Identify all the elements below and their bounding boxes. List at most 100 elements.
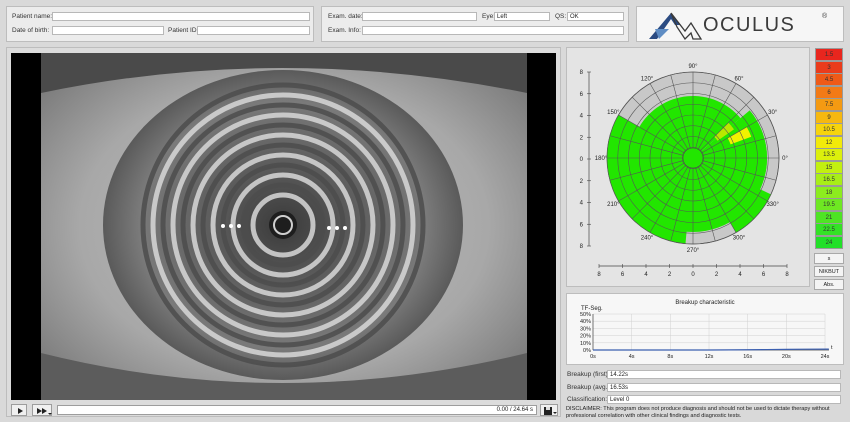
save-icon: [544, 407, 557, 415]
exam-info-label: Exam. Info:: [328, 27, 361, 34]
patient-name-label: Patient name:: [12, 13, 53, 20]
scale-step: 4.5: [815, 73, 843, 86]
oculus-logo-panel: OCULUS ®: [636, 6, 844, 42]
chart-x-suffix: t: [831, 345, 833, 351]
breakup-first-value: 14.22s: [607, 370, 841, 379]
x-axis-tick: 6: [621, 272, 625, 278]
x-axis-tick: 8: [785, 272, 789, 278]
classification-value: Level 0: [607, 395, 841, 404]
disclaimer-text: DISCLAIMER: This program does not produc…: [566, 406, 830, 419]
x-axis-tick: 4: [644, 272, 648, 278]
angle-label: 90°: [688, 64, 698, 70]
time-readout: 0.00 / 24.64 s: [496, 407, 533, 413]
angle-label: 210°: [607, 202, 620, 208]
eye-field[interactable]: Left: [494, 12, 550, 21]
oculus-logo-mark-icon: [649, 12, 703, 41]
chart-y-tick: 20%: [580, 334, 591, 340]
classification-label: Classification:: [567, 396, 608, 403]
scale-step: 18: [815, 185, 843, 199]
speed-icon: [37, 408, 52, 415]
y-axis-tick: 6: [580, 92, 584, 98]
eye-image[interactable]: [11, 53, 556, 400]
chart-x-tick: 16s: [743, 354, 752, 360]
scale-step: 24: [815, 235, 843, 249]
chart-x-tick: 24s: [821, 354, 830, 360]
save-video-button[interactable]: [540, 404, 558, 416]
x-axis-tick: 2: [715, 272, 719, 278]
play-icon: [18, 408, 23, 414]
qs-label: QS:: [555, 13, 567, 20]
breakup-avg-value: 16.53s: [607, 383, 841, 392]
oculus-logo-text: OCULUS: [703, 14, 796, 36]
angle-label: 330°: [766, 202, 779, 208]
angle-label: 30°: [768, 110, 778, 116]
angle-label: 150°: [607, 110, 620, 116]
qs-field[interactable]: OK: [567, 12, 624, 21]
exam-info-field[interactable]: [362, 26, 624, 35]
breakup-polar-map[interactable]: 0° 30° 60° 90° 120° 150° 180° 210° 240° 270° 300° 3…: [567, 48, 809, 286]
chart-y-tick: 10%: [580, 341, 591, 347]
patient-info-panel: Patient name: Date of birth: Patient ID:: [6, 6, 314, 42]
breakup-characteristic-chart: Breakup characteristicTF-Seg.50%40%30%20…: [580, 300, 833, 360]
scale-step: 3: [815, 60, 843, 74]
scale-step: 19.5: [815, 198, 843, 211]
angle-label: 0°: [782, 156, 788, 162]
scale-step: 10.5: [815, 123, 843, 136]
angle-label: 120°: [641, 76, 654, 82]
chart-y-tick: 50%: [580, 312, 591, 318]
chart-y-tick: 30%: [580, 326, 591, 332]
patient-name-field[interactable]: [52, 12, 310, 21]
video-viewer-panel: 0.00 / 24.64 s: [6, 47, 561, 417]
play-button[interactable]: [11, 404, 27, 416]
chart-x-tick: 8s: [667, 354, 673, 360]
scale-step: 9: [815, 110, 843, 124]
chart-x-tick: 12s: [705, 354, 714, 360]
angle-label: 300°: [733, 236, 746, 242]
angle-label: 60°: [734, 76, 744, 82]
registered-mark: ®: [822, 13, 828, 20]
chart-x-tick: 4s: [629, 354, 635, 360]
y-axis-tick: 4: [580, 114, 584, 120]
patient-id-field[interactable]: [197, 26, 310, 35]
y-axis-tick: 8: [580, 244, 584, 250]
y-axis-tick: 6: [580, 222, 584, 228]
scale-step: 16.5: [815, 173, 843, 186]
chart-x-tick: 0s: [590, 354, 596, 360]
date-of-birth-field[interactable]: [52, 26, 164, 35]
date-of-birth-label: Date of birth:: [12, 27, 50, 34]
x-axis-tick: 6: [762, 272, 766, 278]
scale-step: 15: [815, 160, 843, 174]
scale-step: 13.5: [815, 148, 843, 161]
unit-seconds-button[interactable]: s: [814, 253, 844, 264]
patient-id-label: Patient ID:: [168, 27, 199, 34]
nikbut-button[interactable]: NIKBUT: [814, 266, 844, 277]
scale-step: 12: [815, 135, 843, 149]
y-axis-tick: 4: [580, 201, 584, 207]
y-axis-tick: 2: [580, 179, 584, 185]
playback-timeline-slider[interactable]: 0.00 / 24.64 s: [57, 405, 537, 415]
scale-step: 22.5: [815, 223, 843, 236]
x-axis-tick: 0: [691, 272, 695, 278]
absolute-scale-button[interactable]: Abs.: [814, 279, 844, 290]
y-axis-tick: 0: [580, 157, 584, 163]
y-axis-tick: 8: [580, 70, 584, 76]
y-axis-tick: 2: [580, 135, 584, 141]
chart-y-tick: 40%: [580, 319, 591, 325]
x-axis-tick: 2: [668, 272, 672, 278]
angle-label: 240°: [641, 236, 654, 242]
chart-x-tick: 20s: [782, 354, 791, 360]
playback-speed-button[interactable]: [32, 404, 52, 416]
breakup-first-label: Breakup (first):: [567, 371, 610, 378]
scale-step: 1.5: [815, 48, 843, 61]
breakup-series-line: [593, 348, 829, 351]
angle-label: 270°: [687, 248, 700, 254]
exam-date-field[interactable]: [362, 12, 477, 21]
breakup-avg-label: Breakup (avg.):: [567, 384, 612, 391]
x-axis-tick: 8: [597, 272, 601, 278]
x-axis-tick: 4: [738, 272, 742, 278]
scale-step: 7.5: [815, 98, 843, 111]
exam-info-panel: Exam. date: Eye: Left QS: OK Exam. Info:: [321, 6, 629, 42]
breakup-chart-panel: Breakup characteristic TF-Seg. 50% 40% 30% 20…: [566, 293, 844, 365]
polar-map-panel: 0° 30° 60° 90° 120° 150° 180° 210° 240° 270° 300° 3…: [566, 47, 810, 287]
scale-step: 21: [815, 210, 843, 224]
